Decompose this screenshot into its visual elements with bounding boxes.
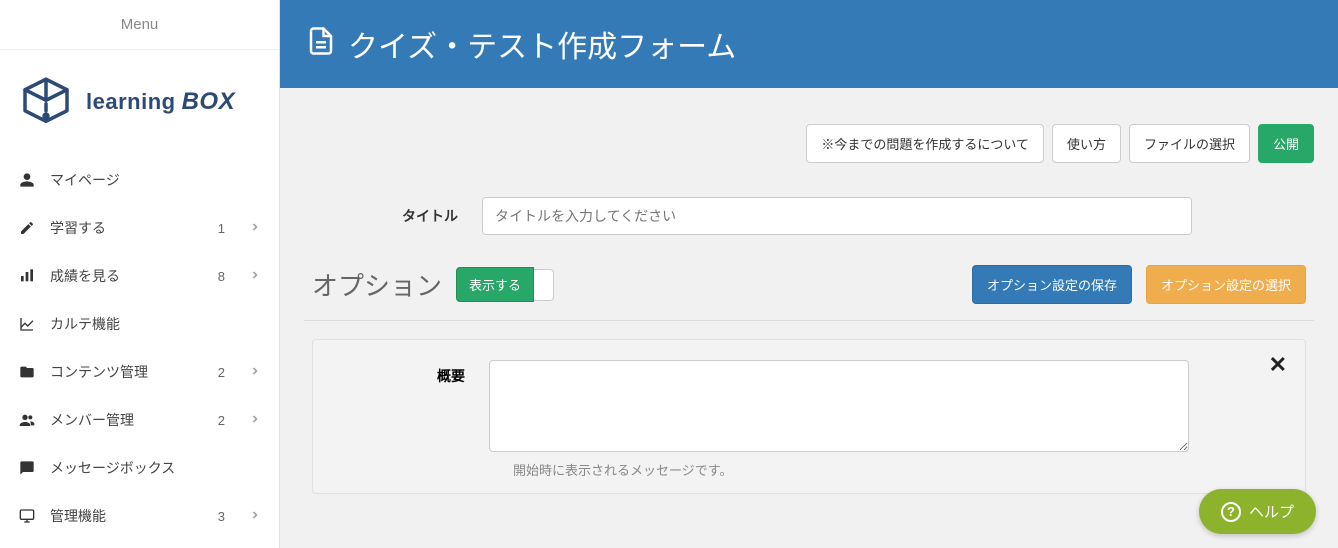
sidebar-item-badge: 2	[218, 413, 225, 428]
summary-label: 概要	[335, 360, 465, 386]
sidebar-item-label: メッセージボックス	[50, 458, 261, 478]
page-header: クイズ・テスト作成フォーム	[280, 0, 1338, 88]
sidebar-item-badge: 3	[218, 509, 225, 524]
sidebar: Menu learning BOX マイページ学習する 1 成績を見る 8 カルテ機能コ…	[0, 0, 280, 548]
sidebar-item-1[interactable]: 学習する 1	[0, 204, 279, 252]
content-area: ※今までの問題を作成するについて 使い方 ファイルの選択 公開 タイトル オプシ…	[280, 88, 1338, 548]
chevron-right-icon	[249, 268, 261, 284]
chevron-right-icon	[249, 364, 261, 380]
sidebar-item-badge: 2	[218, 365, 225, 380]
help-label: ヘルプ	[1249, 501, 1294, 522]
users-icon	[18, 412, 36, 428]
logo-text: learning BOX	[86, 88, 235, 116]
summary-help-text: 開始時に表示されるメッセージです。	[513, 460, 1283, 479]
sidebar-item-label: コンテンツ管理	[50, 362, 204, 382]
options-heading: オプション	[312, 266, 442, 303]
sidebar-item-6[interactable]: メッセージボックス	[0, 444, 279, 492]
nav: マイページ学習する 1 成績を見る 8 カルテ機能コンテンツ管理 2 メンバー管理 2 メッセー…	[0, 148, 279, 548]
sidebar-item-5[interactable]: メンバー管理 2	[0, 396, 279, 444]
sidebar-item-label: カルテ機能	[50, 314, 261, 334]
sidebar-item-badge: 8	[218, 269, 225, 284]
options-save-button[interactable]: オプション設定の保存	[972, 265, 1132, 304]
sidebar-item-label: 学習する	[50, 218, 204, 238]
sidebar-item-label: マイページ	[50, 170, 261, 190]
options-toggle[interactable]: 表示する	[456, 267, 554, 302]
sidebar-item-3[interactable]: カルテ機能	[0, 300, 279, 348]
message-icon	[18, 460, 36, 476]
help-button[interactable]: ? ヘルプ	[1199, 489, 1316, 534]
title-field-row: タイトル	[304, 197, 1314, 235]
summary-textarea[interactable]	[489, 360, 1189, 452]
options-row: オプション 表示する オプション設定の保存 オプション設定の選択	[304, 265, 1314, 321]
close-icon[interactable]: ✕	[1269, 352, 1287, 378]
publish-button[interactable]: 公開	[1258, 124, 1314, 163]
bars-icon	[18, 268, 36, 284]
info-button[interactable]: ※今までの問題を作成するについて	[806, 124, 1044, 163]
chevron-right-icon	[249, 220, 261, 236]
sidebar-item-7[interactable]: 管理機能 3	[0, 492, 279, 540]
usage-button[interactable]: 使い方	[1052, 124, 1121, 163]
sidebar-item-badge: 1	[218, 221, 225, 236]
folder-icon	[18, 364, 36, 380]
toolbar: ※今までの問題を作成するについて 使い方 ファイルの選択 公開	[304, 124, 1314, 163]
sidebar-item-2[interactable]: 成績を見る 8	[0, 252, 279, 300]
toggle-handle	[534, 269, 554, 301]
monitor-icon	[18, 508, 36, 524]
chart-icon	[18, 316, 36, 332]
sidebar-item-4[interactable]: コンテンツ管理 2	[0, 348, 279, 396]
main: クイズ・テスト作成フォーム ※今までの問題を作成するについて 使い方 ファイルの…	[280, 0, 1338, 548]
file-select-button[interactable]: ファイルの選択	[1129, 124, 1250, 163]
options-select-button[interactable]: オプション設定の選択	[1146, 265, 1306, 304]
document-icon	[306, 26, 336, 63]
menu-header: Menu	[0, 0, 279, 50]
summary-panel: ✕ 概要 開始時に表示されるメッセージです。	[312, 339, 1306, 494]
sidebar-item-label: 成績を見る	[50, 266, 204, 286]
chevron-right-icon	[249, 412, 261, 428]
title-input[interactable]	[482, 197, 1192, 235]
sidebar-item-0[interactable]: マイページ	[0, 156, 279, 204]
help-icon: ?	[1221, 502, 1241, 522]
logo-icon	[18, 74, 74, 130]
toggle-on-label: 表示する	[456, 267, 534, 302]
page-title: クイズ・テスト作成フォーム	[348, 22, 736, 66]
user-icon	[18, 172, 36, 188]
logo: learning BOX	[0, 50, 279, 148]
title-label: タイトル	[312, 206, 482, 226]
pencil-icon	[18, 220, 36, 236]
sidebar-item-label: メンバー管理	[50, 410, 204, 430]
chevron-right-icon	[249, 508, 261, 524]
sidebar-item-label: 管理機能	[50, 506, 204, 526]
